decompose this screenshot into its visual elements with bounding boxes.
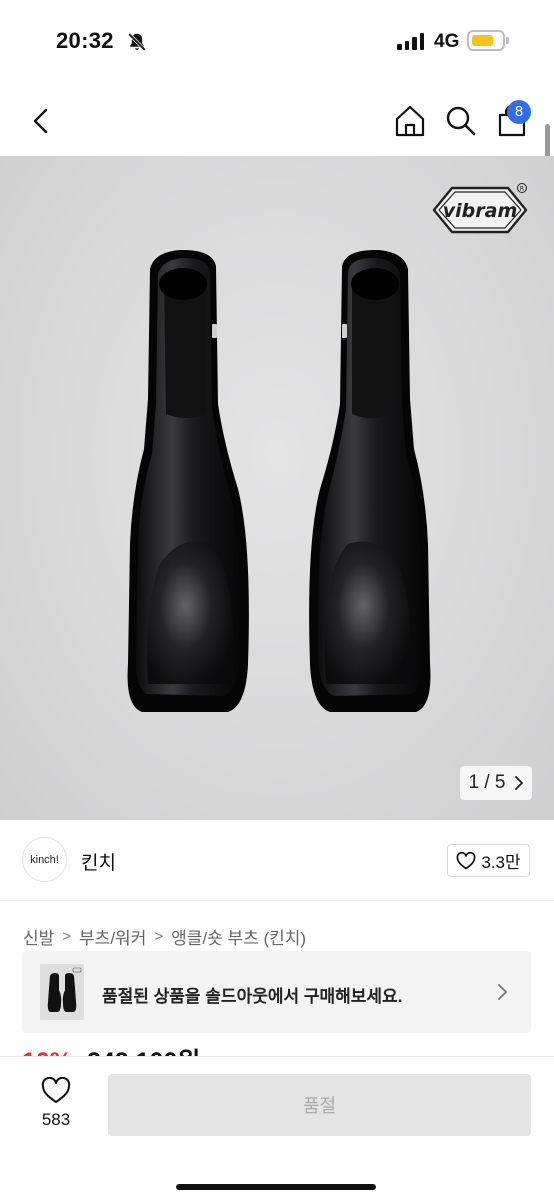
breadcrumb: 신발 > 부츠/워커 > 앵클/숏 부츠 (킨치) bbox=[23, 924, 306, 949]
chevron-right-icon: > bbox=[154, 928, 164, 945]
bottom-action-bar: 583 품절 bbox=[0, 1056, 554, 1200]
cellular-signal-icon bbox=[397, 32, 424, 50]
brand-like-count: 3.3만 bbox=[481, 853, 521, 872]
sold-out-purchase-button[interactable]: 품절 bbox=[108, 1074, 531, 1136]
home-indicator bbox=[176, 1184, 376, 1190]
chevron-right-icon: > bbox=[62, 928, 72, 945]
heart-icon bbox=[456, 851, 476, 869]
image-total-count: 5 bbox=[494, 772, 506, 793]
search-icon[interactable] bbox=[443, 103, 479, 139]
battery-tip bbox=[506, 37, 509, 44]
soldout-product-thumbnail bbox=[40, 964, 84, 1020]
home-icon[interactable] bbox=[392, 103, 428, 139]
product-photo-boots bbox=[127, 249, 431, 712]
svg-text:R: R bbox=[520, 186, 524, 193]
breadcrumb-item[interactable]: 앵클/숏 부츠 (킨치) bbox=[171, 924, 306, 949]
network-type: 4G bbox=[434, 31, 460, 52]
seller-row: kinch! 킨치 3.3만 bbox=[0, 820, 554, 900]
back-button[interactable] bbox=[24, 104, 58, 138]
svg-text:vibram: vibram bbox=[443, 200, 518, 222]
chevron-right-icon bbox=[514, 776, 523, 790]
breadcrumb-item[interactable]: 신발 bbox=[23, 924, 54, 949]
status-time: 20:32 bbox=[56, 28, 114, 53]
heart-icon bbox=[41, 1077, 71, 1103]
divider bbox=[0, 900, 554, 901]
soldout-banner-text: 품절된 상품을 솔드아웃에서 구매해보세요. bbox=[102, 987, 403, 1006]
status-bar: 20:32 4G bbox=[0, 0, 554, 86]
image-page-counter[interactable]: 1 / 5 bbox=[460, 766, 532, 800]
soldout-banner[interactable]: 품절된 상품을 솔드아웃에서 구매해보세요. bbox=[22, 951, 531, 1033]
wishlist-count: 583 bbox=[41, 1110, 71, 1129]
vibram-logo: vibram R bbox=[432, 183, 528, 234]
seller-name[interactable]: 킨치 bbox=[81, 848, 116, 875]
battery-icon bbox=[467, 30, 505, 51]
breadcrumb-item[interactable]: 부츠/워커 bbox=[79, 924, 146, 949]
product-page: 20:32 4G 8 vibram R 1 / 5 kinch! 킨치 3.3만… bbox=[0, 0, 554, 1200]
image-counter-separator: / bbox=[484, 772, 490, 793]
bell-off-icon bbox=[128, 33, 146, 51]
chevron-right-icon bbox=[498, 984, 507, 1000]
top-navigation bbox=[0, 86, 554, 156]
product-image-carousel[interactable]: vibram R 1 / 5 bbox=[0, 156, 554, 820]
seller-avatar[interactable]: kinch! bbox=[22, 837, 67, 882]
wishlist-button[interactable]: 583 bbox=[28, 1077, 84, 1137]
brand-like-button[interactable]: 3.3만 bbox=[447, 844, 530, 877]
image-current-index: 1 bbox=[468, 772, 480, 793]
cart-count-badge: 8 bbox=[507, 100, 531, 124]
